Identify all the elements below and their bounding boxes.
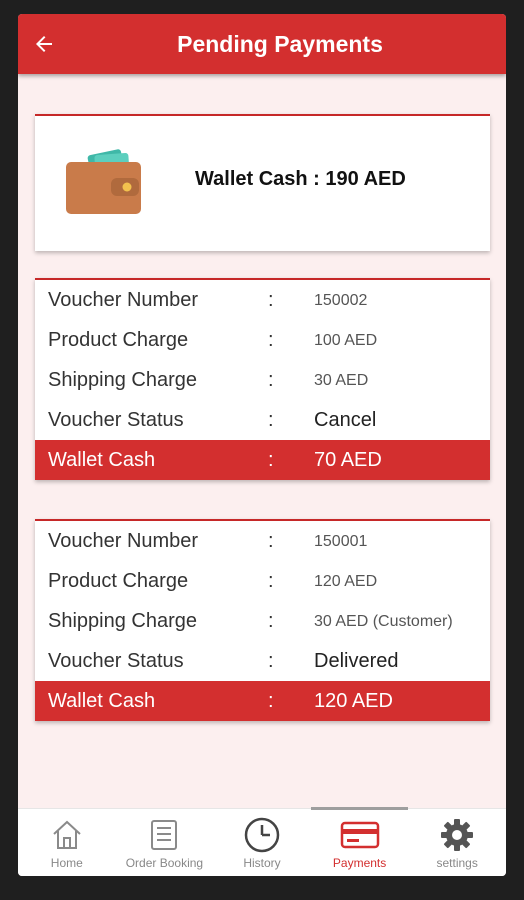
row-label: Voucher Number xyxy=(48,530,199,552)
order-booking-icon xyxy=(151,820,178,850)
row-label: Voucher Status xyxy=(48,650,184,672)
voucher-card: Voucher Number : 150001 Product Charge :… xyxy=(35,519,490,721)
row-label: Voucher Status xyxy=(48,409,184,431)
row-label: Voucher Number xyxy=(48,289,199,311)
voucher-status-value: Delivered xyxy=(314,650,399,672)
wallet-cash-total: Wallet Cash : 190 AED xyxy=(195,168,406,190)
row-separator: : xyxy=(268,329,274,351)
shipping-charge-value: 30 AED (Customer) xyxy=(314,613,453,630)
nav-label: Payments xyxy=(332,856,387,870)
product-charge-row: Product Charge : 120 AED xyxy=(35,561,490,601)
nav-item-history[interactable]: History xyxy=(213,809,311,876)
row-label: Wallet Cash xyxy=(48,449,156,471)
bottom-navigation: Home Order Booking History Payments sett… xyxy=(18,807,506,876)
row-separator: : xyxy=(268,690,274,712)
nav-label: Home xyxy=(50,856,83,870)
shipping-charge-value: 30 AED xyxy=(314,372,369,389)
wallet-summary-card: Wallet Cash : 190 AED xyxy=(35,114,490,251)
voucher-status-row: Voucher Status : Delivered xyxy=(35,641,490,681)
row-label: Wallet Cash xyxy=(48,690,156,712)
nav-item-order-booking[interactable]: Order Booking xyxy=(116,809,214,876)
row-separator: : xyxy=(268,610,274,632)
row-separator: : xyxy=(268,289,274,311)
row-label: Shipping Charge xyxy=(48,369,197,391)
row-separator: : xyxy=(268,449,274,471)
page-title: Pending Payments xyxy=(177,31,383,57)
shipping-charge-row: Shipping Charge : 30 AED xyxy=(35,360,490,400)
row-separator: : xyxy=(268,409,274,431)
nav-label: settings xyxy=(436,856,478,870)
phone-screen: Pending Payments Wallet Cash : 190 AED V… xyxy=(18,14,506,876)
clock-icon xyxy=(244,817,280,853)
voucher-number-value: 150002 xyxy=(314,292,368,309)
nav-label: Order Booking xyxy=(125,856,204,870)
row-separator: : xyxy=(268,369,274,391)
home-icon xyxy=(53,820,81,849)
wallet-icon xyxy=(66,149,141,214)
nav-item-payments[interactable]: Payments xyxy=(310,807,409,876)
row-label: Product Charge xyxy=(48,329,189,351)
shipping-charge-row: Shipping Charge : 30 AED (Customer) xyxy=(35,601,490,641)
nav-item-home[interactable]: Home xyxy=(18,809,116,876)
nav-item-settings[interactable]: settings xyxy=(408,809,506,876)
voucher-number-row: Voucher Number : 150001 xyxy=(35,521,490,561)
gear-icon xyxy=(441,819,474,851)
wallet-cash-value: 70 AED xyxy=(314,449,382,471)
row-separator: : xyxy=(268,650,274,672)
credit-card-icon xyxy=(340,821,379,849)
voucher-number-value: 150001 xyxy=(314,533,368,550)
row-separator: : xyxy=(268,530,274,552)
wallet-cash-row: Wallet Cash : 70 AED xyxy=(35,440,490,480)
voucher-status-row: Voucher Status : Cancel xyxy=(35,400,490,440)
app-bar: Pending Payments xyxy=(18,14,506,74)
product-charge-row: Product Charge : 100 AED xyxy=(35,320,490,360)
product-charge-value: 120 AED xyxy=(314,573,378,590)
row-label: Product Charge xyxy=(48,570,189,592)
row-label: Shipping Charge xyxy=(48,610,197,632)
voucher-status-value: Cancel xyxy=(314,409,377,431)
wallet-cash-value: 120 AED xyxy=(314,690,393,712)
wallet-cash-row: Wallet Cash : 120 AED xyxy=(35,681,490,721)
product-charge-value: 100 AED xyxy=(314,332,378,349)
voucher-card: Voucher Number : 150002 Product Charge :… xyxy=(35,278,490,480)
voucher-number-row: Voucher Number : 150002 xyxy=(35,280,490,320)
nav-label: History xyxy=(243,856,281,870)
row-separator: : xyxy=(268,570,274,592)
